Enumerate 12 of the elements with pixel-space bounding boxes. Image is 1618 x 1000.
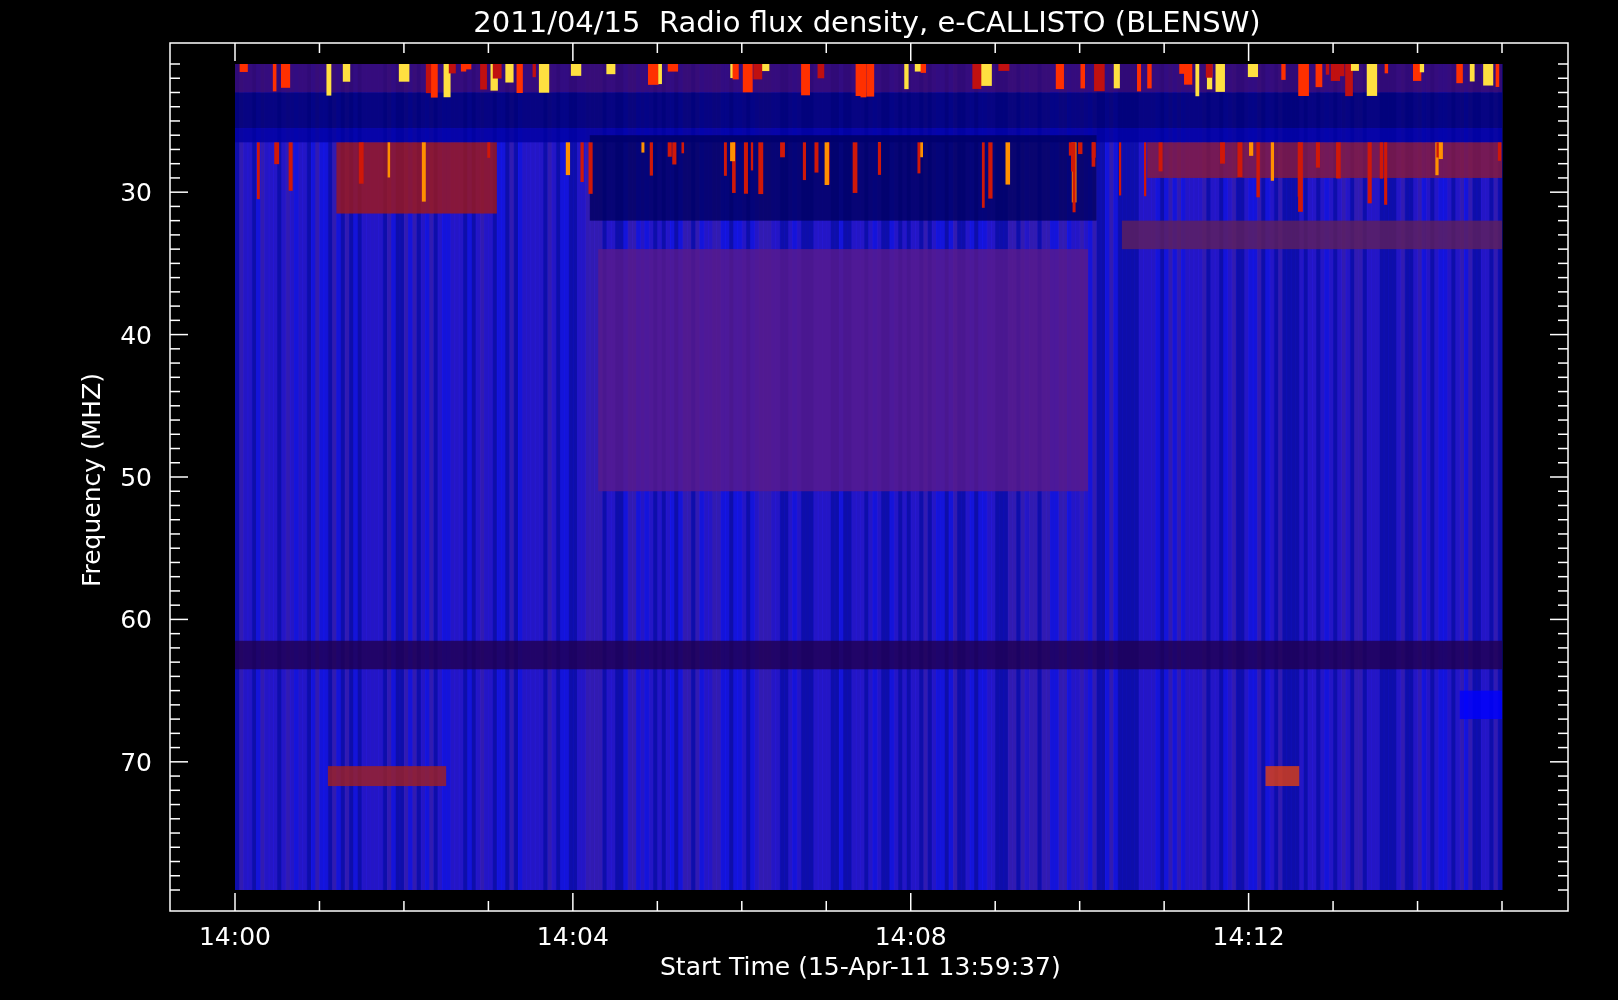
tick-label: 30 [120,178,152,208]
tick-label: 40 [120,320,152,350]
tick-label: 14:00 [199,922,271,951]
axis-label: Start Time (15-Apr-11 13:59:37) [660,952,1061,981]
tick-label: 70 [120,747,152,777]
tick-label: 60 [120,605,152,635]
tick-label: 14:12 [1212,922,1285,951]
axis-label: Frequency (MHZ) [77,372,106,588]
tick-label: 14:04 [536,922,609,951]
tick-label: 14:08 [874,922,947,951]
tick-label: 50 [120,463,152,492]
plot-title: 2011/04/15 Radio flux density, e-CALLISTO (BLENSW) [473,5,1261,39]
